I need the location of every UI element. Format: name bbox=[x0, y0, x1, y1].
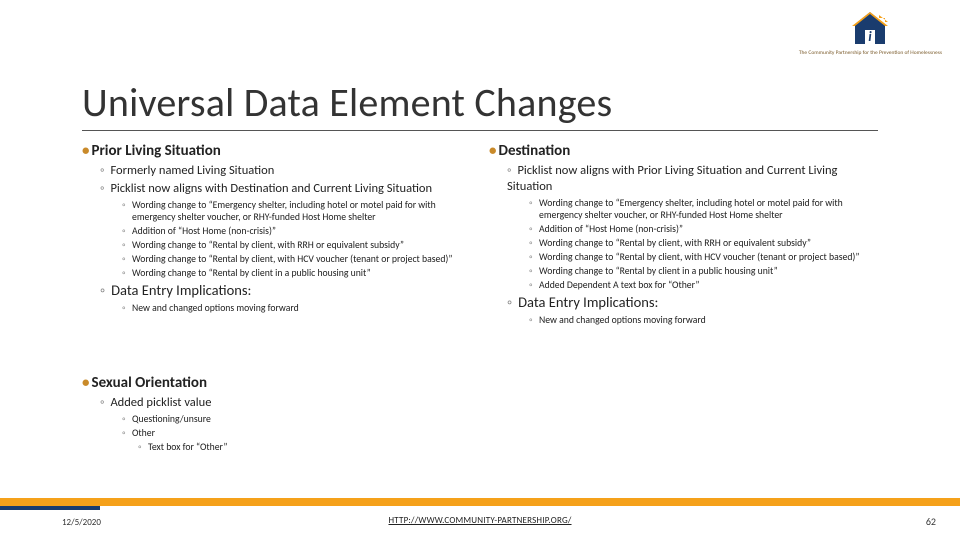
left-bullet: Wording change to “Rental by client in a… bbox=[122, 267, 475, 279]
left-impl-bullet: New and changed options moving forward bbox=[122, 302, 475, 314]
right-bullet: Added Dependent A text box for “Other” bbox=[529, 279, 882, 291]
right-bullet: Wording change to “Rental by client, wit… bbox=[529, 251, 882, 263]
org-logo: i The Community Partnership for the Prev… bbox=[799, 6, 942, 56]
sexual-sub-bullet: Text box for “Other” bbox=[138, 441, 482, 453]
logo-caption: The Community Partnership for the Preven… bbox=[799, 50, 942, 56]
sexual-sub-item: ◦Added picklist value bbox=[100, 395, 482, 411]
left-bullet: Wording change to “Rental by client, wit… bbox=[122, 239, 475, 251]
right-bullet: Wording change to “Emergency shelter, in… bbox=[529, 197, 882, 222]
footer-bar bbox=[0, 498, 960, 506]
right-heading-text: Destination bbox=[498, 142, 570, 160]
left-impl-heading: ◦Data Entry Implications: bbox=[100, 281, 475, 300]
right-bullet: Addition of “Host Home (non-crisis)” bbox=[529, 223, 882, 235]
right-impl-heading: ◦Data Entry Implications: bbox=[507, 293, 882, 312]
right-sub-item: ◦Picklist now aligns with Prior Living S… bbox=[507, 163, 882, 195]
svg-text:i: i bbox=[869, 28, 873, 45]
sexual-heading: •Sexual Orientation bbox=[82, 374, 482, 392]
left-bullet: Addition of “Host Home (non-crisis)” bbox=[122, 225, 475, 237]
footer-url[interactable]: HTTP://WWW.COMMUNITY-PARTNERSHIP.ORG/ bbox=[0, 515, 960, 526]
sexual-orientation-section: •Sexual Orientation ◦Added picklist valu… bbox=[82, 374, 482, 455]
sexual-bullet: Other bbox=[122, 427, 482, 439]
right-bullet: Wording change to “Rental by client, wit… bbox=[529, 237, 882, 249]
slide: i The Community Partnership for the Prev… bbox=[0, 0, 960, 540]
left-sub-item: ◦Picklist now aligns with Destination an… bbox=[100, 181, 475, 197]
left-sub-item: ◦Formerly named Living Situation bbox=[100, 163, 475, 179]
title-underline bbox=[82, 130, 878, 131]
left-column: •Prior Living Situation ◦Formerly named … bbox=[82, 142, 475, 328]
footer-accent bbox=[0, 506, 100, 510]
left-bullet: Wording change to “Emergency shelter, in… bbox=[122, 199, 475, 224]
page-number: 62 bbox=[926, 515, 936, 528]
left-heading-text: Prior Living Situation bbox=[91, 142, 220, 160]
right-bullet: Wording change to “Rental by client in a… bbox=[529, 265, 882, 277]
left-bullet: Wording change to “Rental by client, wit… bbox=[122, 253, 475, 265]
left-heading: •Prior Living Situation bbox=[82, 142, 475, 160]
right-impl-bullet: New and changed options moving forward bbox=[529, 314, 882, 326]
house-icon: i bbox=[849, 6, 891, 48]
sexual-heading-text: Sexual Orientation bbox=[91, 374, 207, 392]
content-columns: •Prior Living Situation ◦Formerly named … bbox=[82, 142, 882, 328]
sexual-bullet: Questioning/unsure bbox=[122, 413, 482, 425]
right-heading: •Destination bbox=[489, 142, 882, 160]
right-column: •Destination ◦Picklist now aligns with P… bbox=[489, 142, 882, 328]
page-title: Universal Data Element Changes bbox=[82, 78, 612, 127]
